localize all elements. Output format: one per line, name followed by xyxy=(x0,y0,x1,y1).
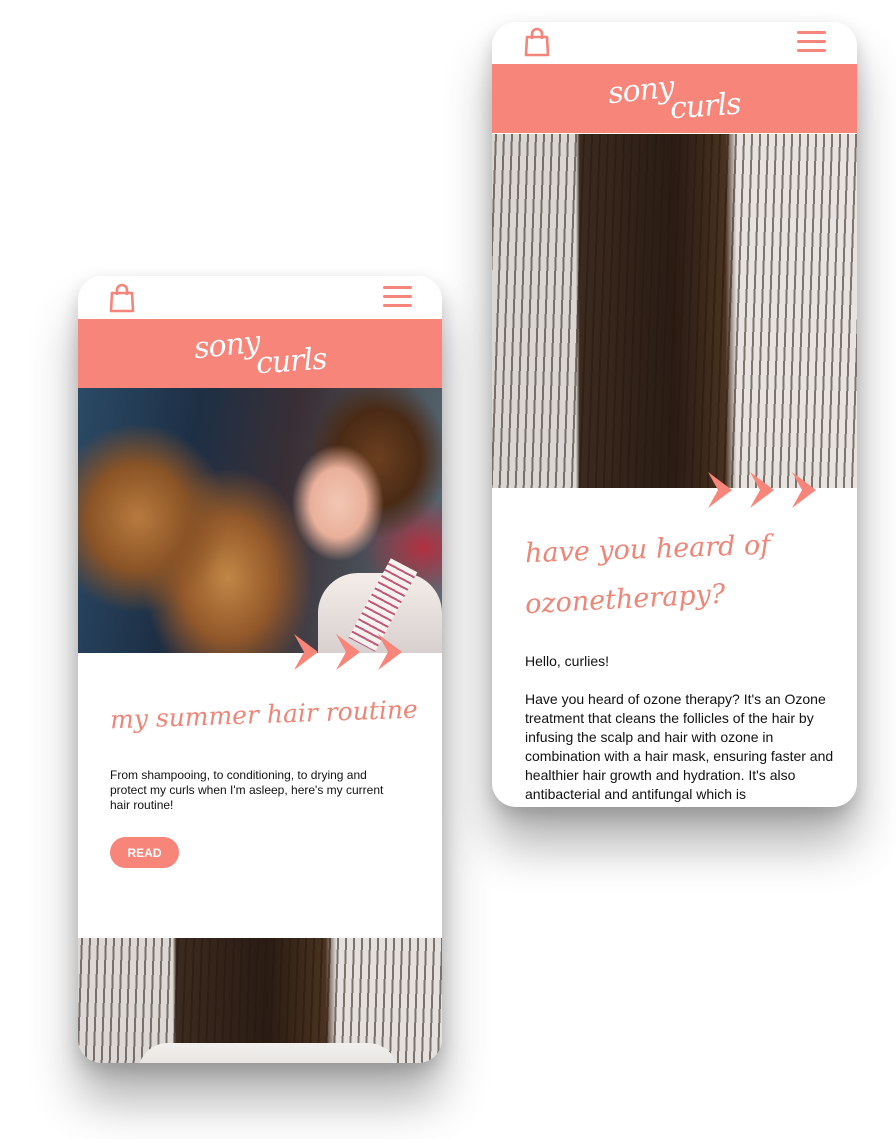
brand-logo-part1: sony xyxy=(606,69,676,112)
article-title-line2: ozonetherapy? xyxy=(524,578,727,621)
shopping-bag-icon[interactable] xyxy=(108,283,136,313)
curly-hair-portrait-photo xyxy=(78,388,442,653)
next-chevrons[interactable] xyxy=(290,630,408,674)
chevron-right-icon xyxy=(294,634,318,670)
article-body: Hello, curlies! Have you heard of ozone … xyxy=(525,652,835,807)
phone-screen-home: sony curls my summer hair routine From s… xyxy=(78,276,442,1063)
top-bar xyxy=(78,276,442,319)
chevron-right-icon xyxy=(750,472,774,508)
article-title-line1: have you heard of xyxy=(524,529,771,570)
chevron-right-icon xyxy=(378,634,402,670)
brand-logo-part2: curls xyxy=(668,86,742,127)
chevron-right-icon xyxy=(336,634,360,670)
curly-hair-back-photo xyxy=(492,134,857,488)
article-greeting: Hello, curlies! xyxy=(525,653,610,669)
read-button[interactable]: READ xyxy=(110,837,179,868)
brand-header: sony curls xyxy=(492,64,857,133)
hamburger-menu-icon[interactable] xyxy=(383,286,412,308)
article-paragraph: Have you heard of ozone therapy? It's an… xyxy=(525,691,834,802)
phone-screen-article: sony curls have you heard of ozonetherap… xyxy=(492,22,857,807)
hamburger-menu-icon[interactable] xyxy=(797,31,826,53)
curly-hair-back-photo xyxy=(78,938,442,1063)
top-bar xyxy=(492,22,857,65)
chevron-right-icon xyxy=(792,472,816,508)
post-excerpt: From shampooing, to conditioning, to dry… xyxy=(110,768,384,812)
brand-logo[interactable]: sony curls xyxy=(606,69,742,127)
mockup-stage: sony curls my summer hair routine From s… xyxy=(0,0,896,1139)
brand-logo-part1: sony xyxy=(192,324,262,367)
post-title[interactable]: my summer hair routine xyxy=(110,695,419,735)
next-chevrons[interactable] xyxy=(704,468,822,512)
brand-logo[interactable]: sony curls xyxy=(192,324,328,382)
brand-header: sony curls xyxy=(78,319,442,388)
brand-logo-part2: curls xyxy=(254,341,328,382)
shopping-bag-icon[interactable] xyxy=(523,27,551,57)
chevron-right-icon xyxy=(708,472,732,508)
